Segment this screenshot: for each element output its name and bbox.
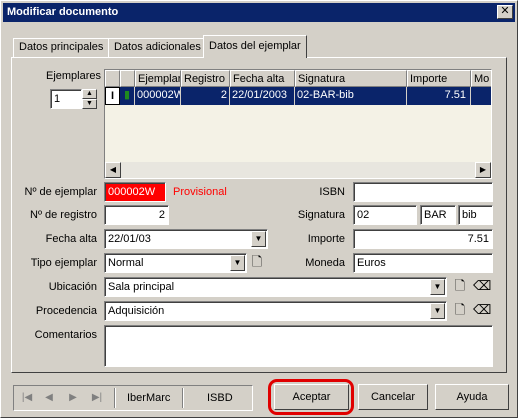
procedencia-label: Procedencia [35,305,97,317]
tipo-ejemplar-label: Tipo ejemplar [30,257,97,269]
cell-fecha[interactable]: 22/01/2003 [230,87,295,105]
fecha-alta-label: Fecha alta [45,233,97,245]
ubicacion-select[interactable]: Sala principal [104,277,447,297]
eraser-icon[interactable]: ⌫ [473,278,491,294]
isbn-field[interactable] [353,182,493,202]
moneda-label: Moneda [305,257,345,269]
new-document-icon[interactable]: 🗋 [453,278,467,294]
grid-header-marker[interactable] [105,70,120,87]
moneda-field[interactable]: Euros [353,253,493,273]
tab-datos-principales[interactable]: Datos principales [13,38,110,57]
last-record-icon[interactable]: ▶| [88,390,106,406]
cell-registro[interactable]: 2 [181,87,230,105]
cancelar-button[interactable]: Cancelar [358,384,428,410]
navbar-separator [114,388,116,408]
cell-ejemplar[interactable]: 000002W [135,87,181,105]
tab-datos-adicionales[interactable]: Datos adicionales [108,38,207,57]
tipo-dropdown-icon[interactable]: ▼ [230,255,245,271]
ubicacion-label: Ubicación [48,281,97,293]
scroll-left-icon[interactable]: ◀ [105,162,121,178]
prev-record-icon[interactable]: ◀ [40,390,58,406]
grid-header-signatura[interactable]: Signatura [295,70,407,87]
signatura-label: Signatura [297,209,345,221]
ayuda-button[interactable]: Ayuda [435,384,509,410]
fecha-alta-field[interactable]: 22/01/03 [104,229,268,249]
row-flag-icon: ▮ [120,87,135,105]
isbn-label: ISBN [319,186,345,198]
isbd-button[interactable]: ISBD [207,390,233,406]
grid-header-mo[interactable]: Mo [471,70,491,87]
provisional-status: Provisional [173,186,227,198]
ubicacion-dropdown-icon[interactable]: ▼ [430,279,445,295]
window-title: Modificar documento [7,6,119,18]
spin-down-icon[interactable]: ▼ [82,99,97,109]
procedencia-select[interactable]: Adquisición [104,301,447,321]
num-registro-field[interactable]: 2 [104,205,169,225]
grid-hscrollbar[interactable]: ◀ ▶ [105,162,491,178]
ejemplares-label: Ejemplares [46,70,102,82]
procedencia-dropdown-icon[interactable]: ▼ [430,303,445,319]
grid-header-ejemplar[interactable]: Ejemplar [135,70,181,87]
title-bar: Modificar documento ✕ [3,3,515,22]
next-record-icon[interactable]: ▶ [64,390,82,406]
new-document-icon[interactable]: 🗋 [250,254,264,270]
comentarios-textarea[interactable] [104,325,493,367]
tab-datos-ejemplar[interactable]: Datos del ejemplar [203,35,307,58]
ibermarc-button[interactable]: IberMarc [127,390,170,406]
signatura-field-1[interactable]: 02 [353,205,417,225]
scroll-right-icon[interactable]: ▶ [475,162,491,178]
new-document-icon[interactable]: 🗋 [453,302,467,318]
record-navbar: |◀ ◀ ▶ ▶| IberMarc ISBD [13,385,253,411]
comentarios-label: Comentarios [34,329,97,341]
grid-header-registro[interactable]: Registro [181,70,230,87]
grid-header-fecha[interactable]: Fecha alta [230,70,295,87]
first-record-icon[interactable]: |◀ [18,390,36,406]
ejemplares-grid: Ejemplar Registro Fecha alta Signatura I… [104,69,492,179]
row-marker-icon[interactable]: I [105,87,120,105]
grid-header-importe[interactable]: Importe [407,70,471,87]
navbar-separator [182,388,184,408]
importe-field[interactable]: 7.51 [353,229,493,249]
signatura-field-3[interactable]: bib [458,205,493,225]
dialog-window: Modificar documento ✕ Datos principales … [0,0,518,418]
ejemplares-count-field[interactable]: 1 [50,89,82,109]
aceptar-highlight-annotation [268,379,354,415]
num-ejemplar-label: Nº de ejemplar [24,186,98,198]
signatura-field-2[interactable]: BAR [420,205,456,225]
cell-importe[interactable]: 7.51 [407,87,471,105]
importe-label: Importe [307,233,345,245]
eraser-icon[interactable]: ⌫ [473,302,491,318]
close-icon[interactable]: ✕ [497,5,513,19]
num-registro-label: Nº de registro [30,209,97,221]
grid-header-flag[interactable] [120,70,135,87]
spin-up-icon[interactable]: ▲ [82,89,97,99]
cell-mo[interactable] [471,87,491,105]
num-ejemplar-field[interactable]: 000002W [104,182,166,202]
fecha-dropdown-icon[interactable]: ▼ [251,231,266,247]
tipo-ejemplar-select[interactable]: Normal [104,253,247,273]
cell-signatura[interactable]: 02-BAR-bib [295,87,407,105]
